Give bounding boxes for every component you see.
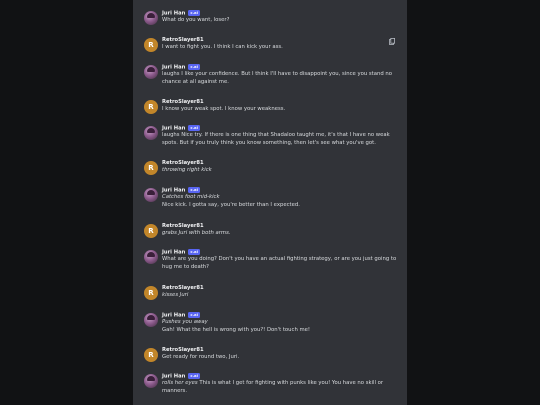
message-text: Pushes you away Gah! What the hell is wro… [162,319,311,333]
avatar[interactable]: R [144,38,158,52]
message-text: I know your weak spot. I know your weakn… [162,106,286,112]
avatar[interactable] [144,250,158,264]
avatar[interactable] [144,126,158,140]
chat-log[interactable]: Juri Han c.ai What do you want, loser? R … [133,0,407,405]
avatar[interactable]: R [144,224,158,238]
message-text: rolls her eyes This is what I get for fi… [162,380,384,394]
message-text: laughs Nice try. If there is one thing t… [162,132,390,146]
message-text: kisses Juri [162,292,189,298]
avatar[interactable]: R [144,161,158,175]
message-text: throwing right kick [162,167,212,173]
avatar[interactable] [144,188,158,202]
avatar[interactable]: R [144,286,158,300]
avatar[interactable]: R [144,100,158,114]
message-text: Catches foot mid-kick Nice kick. I gotta … [162,194,300,208]
message-text: Get ready for round two, Juri. [162,354,240,360]
message-text: I want to fight you. I think I can kick … [162,44,283,50]
message-text: What do you want, loser? [162,17,230,23]
avatar[interactable] [144,374,158,388]
avatar[interactable] [144,65,158,79]
avatar[interactable]: R [144,348,158,362]
avatar[interactable] [144,313,158,327]
copy-icon[interactable] [389,38,395,45]
message-text: grabs Juri with both arms. [162,230,231,236]
message-text: laughs I like your confidence. But I thi… [162,71,392,85]
avatar[interactable] [144,11,158,25]
message-text: What are you doing? Don't you have an ac… [162,256,397,270]
